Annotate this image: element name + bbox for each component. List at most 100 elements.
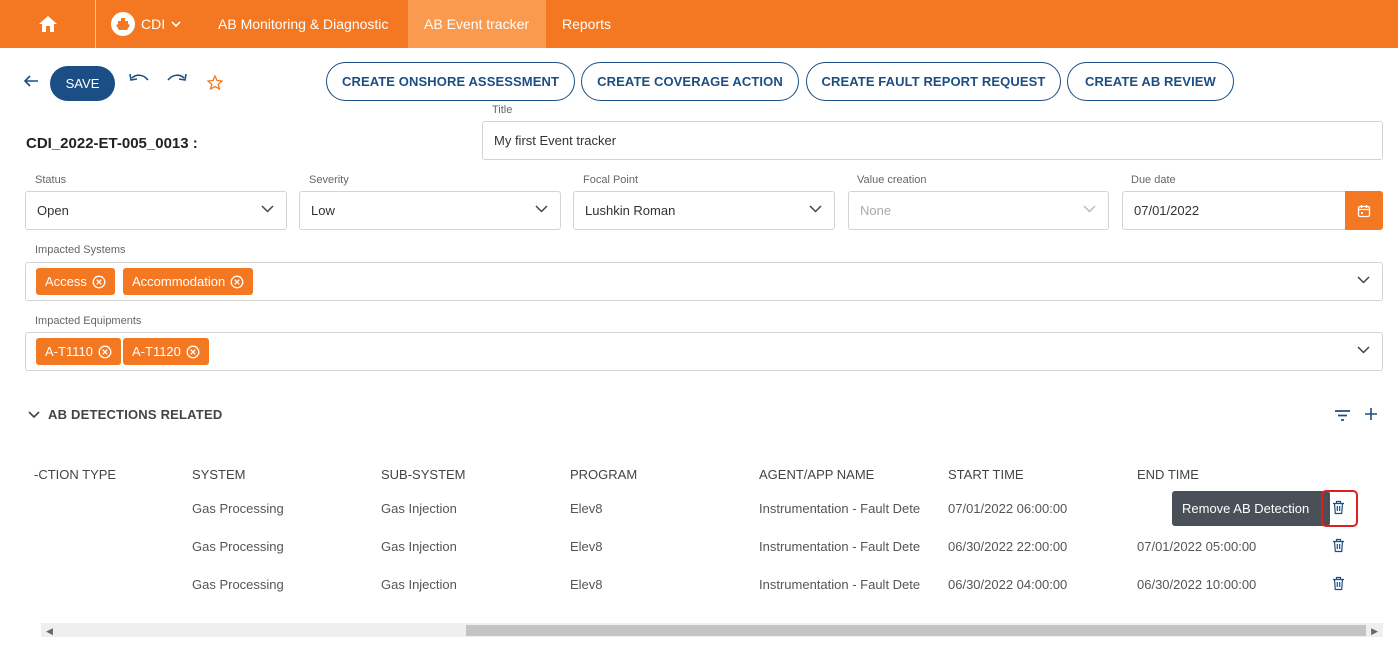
focal-point-label: Focal Point bbox=[583, 174, 639, 186]
due-date-input[interactable]: 07/01/2022 bbox=[1122, 191, 1346, 230]
severity-label: Severity bbox=[309, 174, 349, 186]
arrow-left-icon bbox=[23, 75, 38, 87]
status-label: Status bbox=[35, 174, 67, 186]
col-system[interactable]: SYSTEM bbox=[192, 467, 245, 482]
value-creation-label: Value creation bbox=[857, 174, 927, 186]
nav-ab-event-tracker[interactable]: AB Event tracker bbox=[408, 0, 546, 48]
chip-a-t1120[interactable]: A-T1120 bbox=[123, 338, 209, 365]
cell-program: Elev8 bbox=[570, 577, 603, 592]
chevron-down-icon bbox=[1357, 276, 1370, 284]
calendar-button[interactable] bbox=[1345, 191, 1383, 230]
home-button[interactable] bbox=[0, 0, 96, 48]
create-ab-review-button[interactable]: CREATE AB REVIEW bbox=[1067, 62, 1234, 101]
chip-accommodation[interactable]: Accommodation bbox=[123, 268, 254, 295]
home-icon bbox=[38, 16, 57, 32]
create-coverage-action-button[interactable]: CREATE COVERAGE ACTION bbox=[581, 62, 799, 101]
remove-detection-tooltip: Remove AB Detection bbox=[1172, 491, 1330, 526]
col-detection-type[interactable]: ‐CTION TYPE bbox=[34, 467, 116, 482]
remove-chip-icon[interactable] bbox=[98, 345, 112, 359]
remove-chip-icon[interactable] bbox=[186, 345, 200, 359]
focal-point-value: Lushkin Roman bbox=[585, 203, 676, 218]
trash-icon bbox=[1333, 576, 1344, 591]
col-end-time[interactable]: END TIME bbox=[1137, 467, 1199, 482]
site-selector[interactable]: CDI bbox=[97, 0, 201, 48]
chevron-down-icon bbox=[261, 205, 274, 213]
chip-label: Accommodation bbox=[132, 274, 226, 289]
nav-ab-monitoring[interactable]: AB Monitoring & Diagnostic bbox=[218, 0, 388, 48]
create-fault-report-request-button[interactable]: CREATE FAULT REPORT REQUEST bbox=[806, 62, 1061, 101]
redo-icon bbox=[167, 73, 187, 81]
scrollbar-thumb[interactable] bbox=[466, 625, 1366, 636]
chevron-down-icon bbox=[171, 21, 181, 27]
col-sub-system[interactable]: SUB-SYSTEM bbox=[381, 467, 466, 482]
impacted-equipments-label: Impacted Equipments bbox=[35, 315, 142, 327]
chip-access[interactable]: Access bbox=[36, 268, 115, 295]
scroll-left-icon[interactable]: ◀ bbox=[46, 626, 53, 637]
horizontal-scrollbar[interactable]: ◀ ▶ bbox=[41, 623, 1383, 637]
section-toggle[interactable]: AB DETECTIONS RELATED bbox=[28, 407, 222, 422]
focus-highlight bbox=[1321, 490, 1358, 527]
chip-label: A-T1110 bbox=[45, 344, 93, 359]
back-button[interactable] bbox=[23, 74, 39, 93]
chevron-down-icon bbox=[28, 410, 40, 418]
chip-a-t1110[interactable]: A-T1110 bbox=[36, 338, 121, 365]
title-label: Title bbox=[492, 104, 513, 116]
severity-select[interactable]: Low bbox=[299, 191, 561, 230]
impacted-equipments-select[interactable] bbox=[25, 332, 1383, 371]
title-input[interactable]: My first Event tracker bbox=[482, 121, 1383, 160]
cell-subsystem: Gas Injection bbox=[381, 539, 457, 554]
cell-end-time: 06/30/2022 10:00:00 bbox=[1137, 577, 1257, 592]
filter-button[interactable] bbox=[1334, 409, 1351, 427]
section-title: AB DETECTIONS RELATED bbox=[48, 407, 223, 422]
cell-agent: Instrumentation - Fault Dete bbox=[759, 539, 921, 554]
delete-row-button[interactable] bbox=[1332, 538, 1345, 558]
chevron-down-icon bbox=[809, 205, 822, 213]
cell-agent: Instrumentation - Fault Dete bbox=[759, 577, 921, 592]
nav-reports[interactable]: Reports bbox=[562, 0, 611, 48]
cell-start-time: 06/30/2022 04:00:00 bbox=[948, 577, 1068, 592]
cell-subsystem: Gas Injection bbox=[381, 577, 457, 592]
undo-button[interactable] bbox=[128, 72, 150, 93]
cell-program: Elev8 bbox=[570, 539, 603, 554]
value-creation-select[interactable]: None bbox=[848, 191, 1109, 230]
due-date-label: Due date bbox=[1131, 174, 1176, 186]
save-button[interactable]: SAVE bbox=[50, 66, 115, 101]
site-label: CDI bbox=[141, 16, 166, 32]
chevron-down-icon bbox=[1357, 346, 1370, 354]
cell-program: Elev8 bbox=[570, 501, 603, 516]
remove-chip-icon[interactable] bbox=[92, 275, 106, 289]
record-id: CDI_2022-ET-005_0013 : bbox=[26, 135, 198, 152]
col-agent-app-name[interactable]: AGENT/APP NAME bbox=[759, 467, 874, 482]
remove-chip-icon[interactable] bbox=[230, 275, 244, 289]
cell-system: Gas Processing bbox=[192, 539, 284, 554]
cell-system: Gas Processing bbox=[192, 501, 284, 516]
filter-icon bbox=[1335, 410, 1350, 421]
col-start-time[interactable]: START TIME bbox=[948, 467, 1024, 482]
top-nav: CDI AB Monitoring & Diagnostic AB Event … bbox=[0, 0, 1398, 48]
chip-label: A-T1120 bbox=[132, 344, 181, 359]
col-program[interactable]: PROGRAM bbox=[570, 467, 637, 482]
favorite-button[interactable] bbox=[206, 74, 224, 95]
scroll-right-icon[interactable]: ▶ bbox=[1371, 626, 1378, 637]
cell-subsystem: Gas Injection bbox=[381, 501, 457, 516]
add-detection-button[interactable] bbox=[1364, 407, 1378, 426]
impacted-systems-label: Impacted Systems bbox=[35, 244, 126, 256]
create-onshore-assessment-button[interactable]: CREATE ONSHORE ASSESSMENT bbox=[326, 62, 575, 101]
chip-label: Access bbox=[45, 274, 87, 289]
star-icon bbox=[206, 74, 224, 91]
calendar-icon bbox=[1357, 204, 1371, 217]
delete-row-button[interactable] bbox=[1332, 576, 1345, 596]
cell-agent: Instrumentation - Fault Dete bbox=[759, 501, 921, 516]
status-select[interactable]: Open bbox=[25, 191, 287, 230]
focal-point-select[interactable]: Lushkin Roman bbox=[573, 191, 835, 230]
severity-value: Low bbox=[311, 203, 335, 218]
cell-end-time: 07/01/2022 05:00:00 bbox=[1137, 539, 1257, 554]
redo-button[interactable] bbox=[166, 72, 188, 93]
value-creation-placeholder: None bbox=[860, 203, 892, 218]
chevron-down-icon bbox=[1083, 205, 1096, 213]
ship-icon bbox=[111, 12, 135, 36]
status-value: Open bbox=[37, 203, 69, 218]
cell-start-time: 06/30/2022 22:00:00 bbox=[948, 539, 1068, 554]
chevron-down-icon bbox=[535, 205, 548, 213]
cell-start-time: 07/01/2022 06:00:00 bbox=[948, 501, 1068, 516]
